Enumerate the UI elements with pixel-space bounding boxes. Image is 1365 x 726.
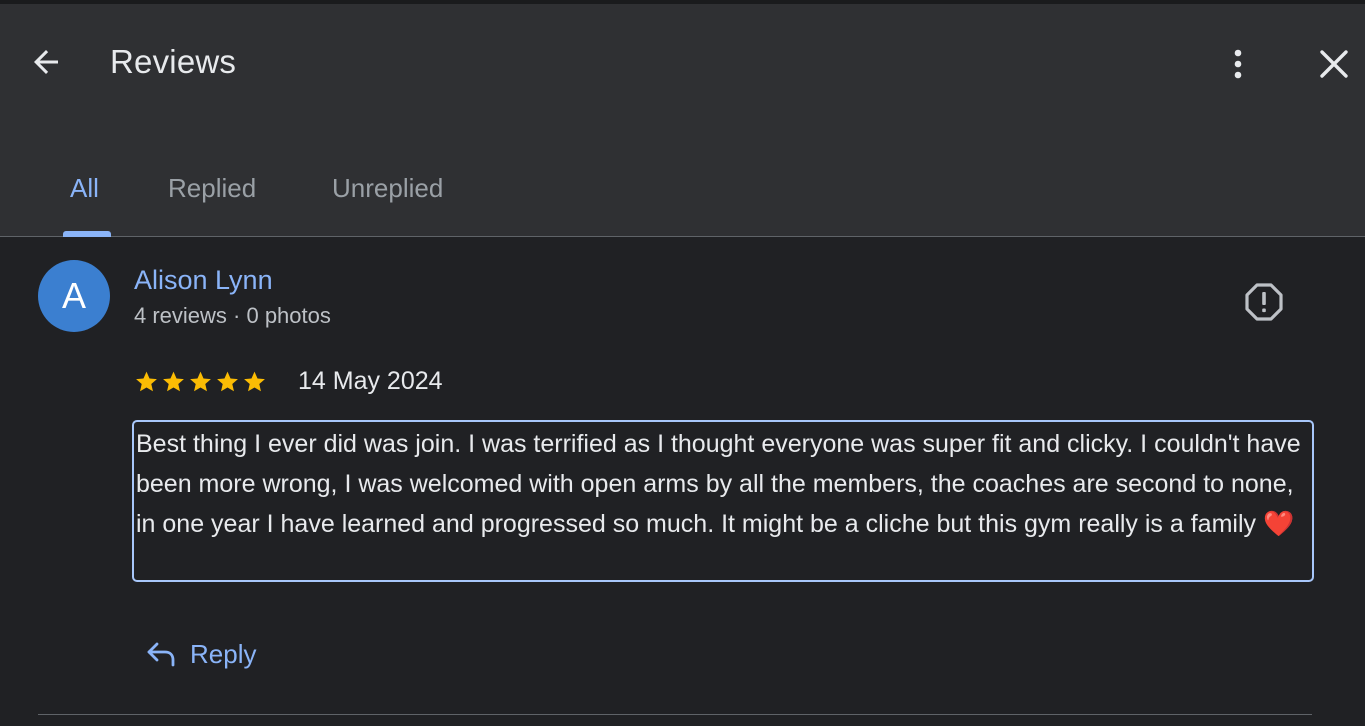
reply-label: Reply — [190, 639, 257, 669]
page-title: Reviews — [110, 43, 237, 80]
avatar[interactable]: A — [38, 260, 110, 332]
star-filled-icon — [244, 371, 265, 391]
star-filled-icon — [163, 371, 184, 391]
close-icon — [1320, 50, 1348, 78]
reply-button[interactable]: Reply — [146, 632, 256, 676]
more-vert-icon — [1234, 49, 1242, 79]
review-text[interactable]: Best thing I ever did was join. I was te… — [132, 420, 1314, 582]
review-card: A Alison Lynn 4 reviews · 0 photos 14 Ma… — [0, 238, 1365, 726]
reply-icon — [147, 642, 175, 667]
report-review-button[interactable] — [1242, 280, 1286, 324]
close-button[interactable] — [1313, 42, 1355, 86]
report-icon — [1245, 283, 1283, 321]
tab-unreplied[interactable]: Unreplied — [332, 160, 443, 237]
review-author-name[interactable]: Alison Lynn — [134, 263, 273, 297]
back-button[interactable] — [26, 42, 66, 82]
review-text-body: Best thing I ever did was join. I was te… — [136, 430, 1301, 538]
divider — [38, 714, 1312, 715]
review-author-meta: 4 reviews · 0 photos — [134, 303, 331, 328]
tab-all[interactable]: All — [70, 160, 99, 237]
active-tab-indicator — [63, 231, 111, 237]
tab-replied[interactable]: Replied — [168, 160, 256, 237]
more-options-button[interactable] — [1218, 42, 1258, 86]
reviews-panel: Reviews All Replied Unreplied A Alison L… — [0, 0, 1365, 726]
star-rating — [134, 364, 267, 398]
arrow-back-icon — [34, 50, 58, 74]
star-filled-icon — [136, 371, 157, 391]
star-filled-icon — [217, 371, 238, 391]
heart-emoji: ❤️ — [1262, 509, 1295, 538]
star-filled-icon — [190, 371, 211, 391]
review-date: 14 May 2024 — [298, 367, 443, 395]
